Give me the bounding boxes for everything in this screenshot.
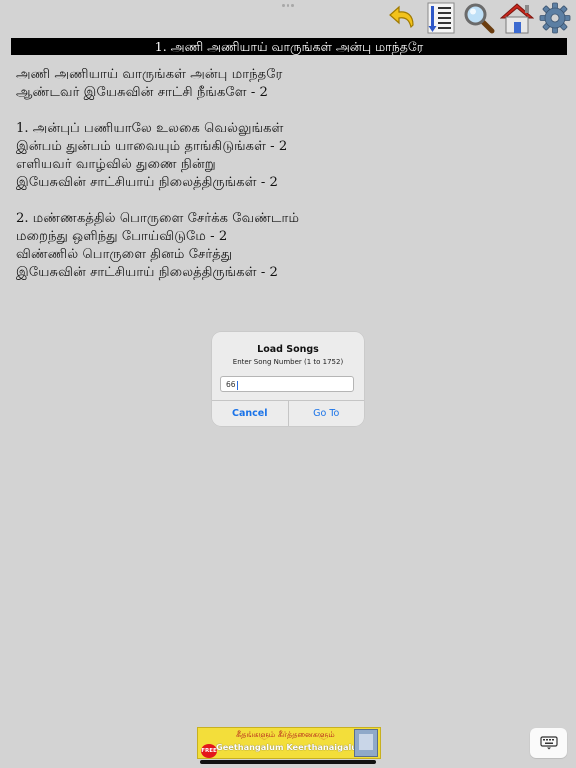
dialog-overlay: Load Songs Enter Song Number (1 to 1752)… — [0, 0, 576, 768]
dialog-title: Load Songs — [257, 344, 319, 355]
book-cover-icon — [354, 729, 378, 757]
banner-english-title: Geethangalum Keerthanaigalum — [216, 742, 366, 752]
cancel-button[interactable]: Cancel — [212, 401, 289, 426]
load-songs-dialog: Load Songs Enter Song Number (1 to 1752)… — [212, 332, 364, 426]
free-badge: FREE — [201, 744, 217, 758]
song-number-value: 66 — [226, 380, 236, 389]
text-caret — [236, 380, 238, 390]
go-to-button[interactable]: Go To — [289, 401, 365, 426]
app-promo-banner[interactable]: கீதங்களும் கீர்த்தனைகளும் FREE Geethanga… — [197, 727, 381, 759]
dialog-message: Enter Song Number (1 to 1752) — [232, 358, 344, 366]
banner-tamil-title: கீதங்களும் கீர்த்தனைகளும் — [236, 730, 335, 739]
dialog-button-row: Cancel Go To — [212, 400, 364, 426]
song-number-input[interactable]: 66 — [220, 376, 354, 392]
keyboard-toggle-button[interactable] — [530, 728, 567, 758]
home-indicator[interactable] — [200, 760, 376, 764]
keyboard-icon — [539, 736, 558, 750]
